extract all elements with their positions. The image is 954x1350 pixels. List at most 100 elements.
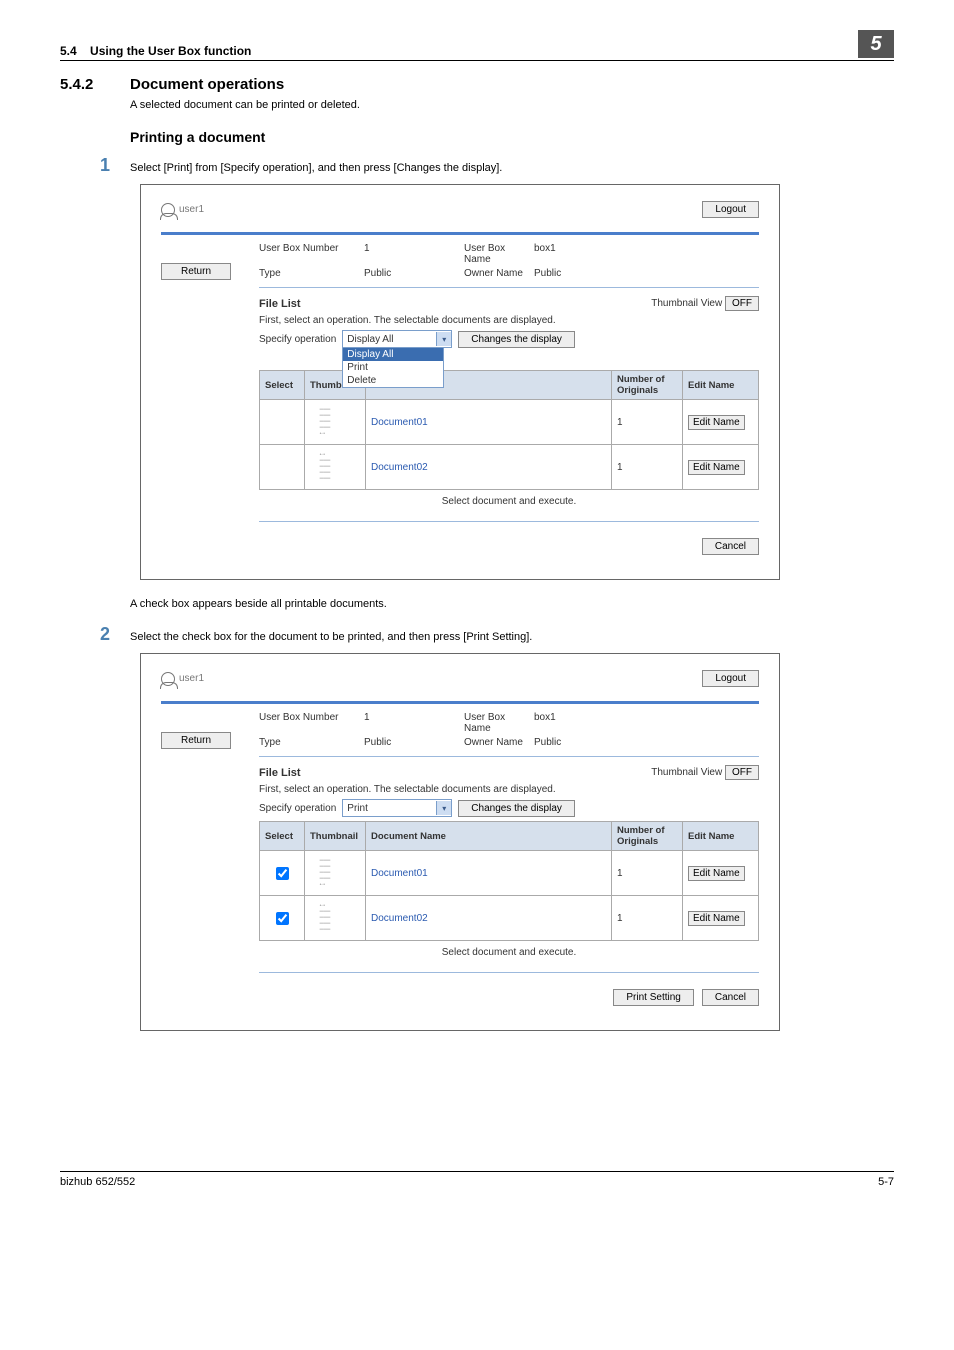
footer-page: 5-7: [878, 1176, 894, 1188]
userbox-name-value: box1: [534, 712, 556, 734]
table-row: •◦•════════════ Document02 1 Edit Name: [260, 896, 759, 941]
num-originals: 1: [612, 851, 683, 896]
footer-model: bizhub 652/552: [60, 1176, 135, 1188]
thumbnail-icon: •◦•════════════: [310, 899, 340, 937]
page-header: 5.4 Using the User Box function 5: [60, 30, 894, 61]
userbox-name-value: box1: [534, 243, 556, 265]
changes-display-button[interactable]: Changes the display: [458, 800, 575, 817]
thumbnail-icon: ════════════•◦•: [310, 854, 340, 892]
col-thumbnail: Thumbnail: [305, 822, 366, 851]
select-checkbox[interactable]: [276, 912, 289, 925]
table-row: ════════════•◦• Document01 1 Edit Name: [260, 851, 759, 896]
header-left: 5.4 Using the User Box function: [60, 44, 251, 58]
section-number: 5.4.2: [60, 76, 130, 93]
table-row: •◦•════════════ Document02 1 Edit Name: [260, 445, 759, 490]
select-current-value: Display All: [347, 334, 393, 345]
specify-operation-select[interactable]: Print ▾: [342, 799, 452, 817]
userbox-name-label: User Box Name: [464, 243, 534, 265]
doc-link[interactable]: Document02: [366, 445, 612, 490]
current-user: user1: [179, 673, 204, 684]
logout-button[interactable]: Logout: [702, 201, 759, 218]
edit-name-button[interactable]: Edit Name: [688, 911, 745, 926]
helper-text: First, select an operation. The selectab…: [259, 784, 759, 795]
userbox-number-label: User Box Number: [259, 243, 364, 265]
section-intro: A selected document can be printed or de…: [130, 99, 894, 111]
thumbnail-toggle[interactable]: OFF: [725, 296, 759, 311]
owner-value: Public: [534, 268, 561, 279]
edit-name-button[interactable]: Edit Name: [688, 460, 745, 475]
file-list-heading: File List: [259, 298, 301, 310]
file-list-table: Select Thumbnail Number of Originals Edi…: [259, 370, 759, 490]
step-2-number: 2: [100, 624, 130, 645]
chapter-badge: 5: [858, 30, 894, 58]
option-display-all[interactable]: Display All: [343, 348, 443, 361]
thumbnail-toggle[interactable]: OFF: [725, 765, 759, 780]
owner-value: Public: [534, 737, 561, 748]
user-label: user1: [161, 672, 204, 686]
type-label: Type: [259, 268, 364, 279]
num-originals: 1: [612, 400, 683, 445]
col-docname: Document Name: [366, 822, 612, 851]
logout-button[interactable]: Logout: [702, 670, 759, 687]
select-dropdown: Display All Print Delete: [342, 347, 444, 388]
owner-label: Owner Name: [464, 268, 534, 279]
specify-operation-label: Specify operation: [259, 803, 336, 814]
page-footer: bizhub 652/552 5-7: [60, 1171, 894, 1188]
section-title: Document operations: [130, 76, 284, 93]
userbox-name-label: User Box Name: [464, 712, 534, 734]
edit-name-button[interactable]: Edit Name: [688, 866, 745, 881]
specify-operation-label: Specify operation: [259, 334, 336, 345]
type-value: Public: [364, 268, 464, 279]
edit-name-button[interactable]: Edit Name: [688, 415, 745, 430]
chevron-down-icon: ▾: [436, 801, 451, 815]
header-section-num: 5.4: [60, 44, 77, 58]
col-num-originals: Number of Originals: [612, 822, 683, 851]
step-2-text: Select the check box for the document to…: [130, 631, 532, 643]
type-value: Public: [364, 737, 464, 748]
screenshot-2: user1 Logout Return User Box Number 1 Us…: [140, 653, 780, 1031]
return-button[interactable]: Return: [161, 263, 231, 280]
current-user: user1: [179, 204, 204, 215]
cancel-button[interactable]: Cancel: [702, 989, 759, 1006]
screenshot-1: user1 Logout Return User Box Number 1 Us…: [140, 184, 780, 580]
doc-link[interactable]: Document02: [366, 896, 612, 941]
col-edit-name: Edit Name: [683, 822, 759, 851]
divider-bar: [161, 701, 759, 704]
doc-link[interactable]: Document01: [366, 851, 612, 896]
option-delete[interactable]: Delete: [343, 374, 443, 387]
print-setting-button[interactable]: Print Setting: [613, 989, 693, 1006]
subsection-title: Printing a document: [130, 129, 894, 145]
option-print[interactable]: Print: [343, 361, 443, 374]
num-originals: 1: [612, 896, 683, 941]
step-1-text: Select [Print] from [Specify operation],…: [130, 162, 502, 174]
specify-operation-select[interactable]: Display All ▾ Display All Print Delete: [342, 330, 452, 348]
file-list-table: Select Thumbnail Document Name Number of…: [259, 821, 759, 941]
col-num-originals: Number of Originals: [612, 371, 683, 400]
table-row: ════════════•◦• Document01 1 Edit Name: [260, 400, 759, 445]
header-section-title: Using the User Box function: [90, 44, 251, 58]
select-current-value: Print: [347, 803, 368, 814]
userbox-number-label: User Box Number: [259, 712, 364, 734]
changes-display-button[interactable]: Changes the display: [458, 331, 575, 348]
after-step1-text: A check box appears beside all printable…: [130, 598, 894, 610]
col-select: Select: [260, 822, 305, 851]
owner-label: Owner Name: [464, 737, 534, 748]
num-originals: 1: [612, 445, 683, 490]
select-checkbox[interactable]: [276, 867, 289, 880]
userbox-number-value: 1: [364, 712, 464, 734]
doc-link[interactable]: Document01: [366, 400, 612, 445]
divider-bar: [161, 232, 759, 235]
return-button[interactable]: Return: [161, 732, 231, 749]
user-icon: [161, 203, 175, 217]
file-list-heading: File List: [259, 767, 301, 779]
select-execute-text: Select document and execute.: [259, 496, 759, 507]
step-1-number: 1: [100, 155, 130, 176]
thumbnail-icon: ════════════•◦•: [310, 403, 340, 441]
type-label: Type: [259, 737, 364, 748]
thumbnail-view-label: Thumbnail View: [651, 298, 722, 309]
thumbnail-view-label: Thumbnail View: [651, 767, 722, 778]
thumbnail-icon: •◦•════════════: [310, 448, 340, 486]
cancel-button[interactable]: Cancel: [702, 538, 759, 555]
col-edit-name: Edit Name: [683, 371, 759, 400]
chevron-down-icon: ▾: [436, 332, 451, 346]
